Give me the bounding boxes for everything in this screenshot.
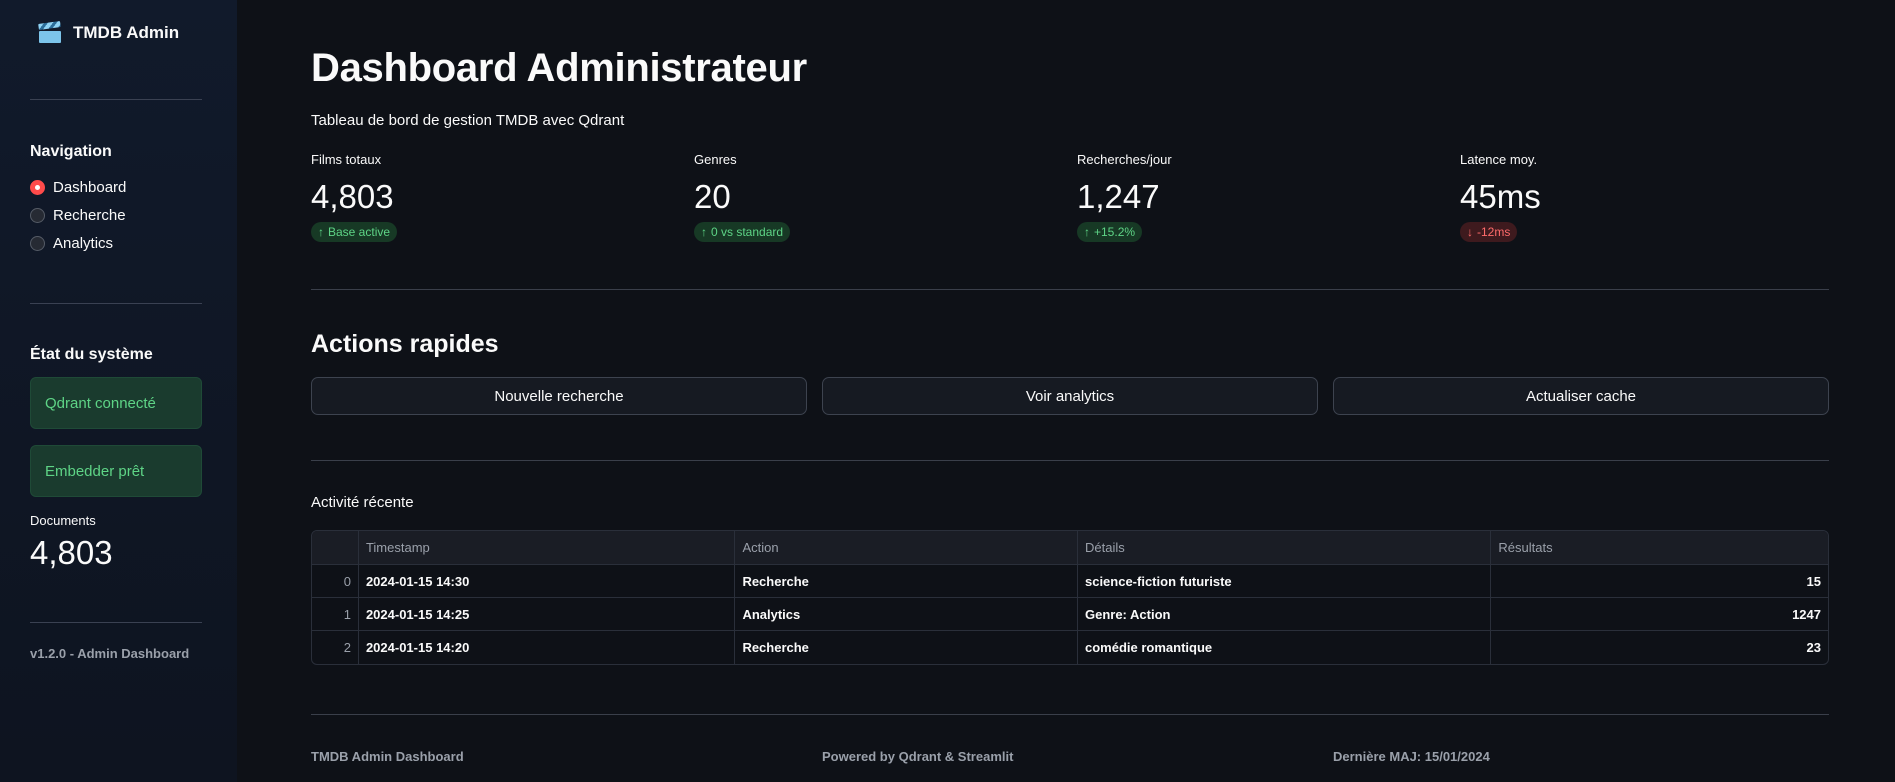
row-index: 1 — [312, 598, 359, 631]
new-search-button[interactable]: Nouvelle recherche — [311, 377, 807, 415]
nav-item-dashboard[interactable]: Dashboard — [30, 173, 207, 201]
metric-value: 20 — [694, 178, 731, 215]
table-row[interactable]: 0 2024-01-15 14:30 Recherche science-fic… — [312, 565, 1828, 598]
metric-delta-text: -12ms — [1477, 225, 1511, 239]
cell-action[interactable]: Recherche — [735, 631, 1078, 664]
activity-table[interactable]: Timestamp Action Détails Résultats 0 202… — [311, 530, 1829, 665]
documents-value: 4,803 — [30, 534, 113, 571]
metric-delta-text: 0 vs standard — [711, 225, 784, 239]
cell-action[interactable]: Recherche — [735, 565, 1078, 598]
refresh-cache-button[interactable]: Actualiser cache — [1333, 377, 1829, 415]
system-status-title: État du système — [30, 346, 153, 363]
metric-delta: ↑ 0 vs standard — [694, 222, 791, 242]
metric-delta: ↑ +15.2% — [1077, 222, 1143, 242]
column-header-results[interactable]: Résultats — [1491, 531, 1828, 565]
cell-details[interactable]: science-fiction futuriste — [1077, 565, 1492, 598]
metric-label: Recherches/jour — [1077, 152, 1172, 167]
sidebar-divider — [30, 303, 202, 304]
nav-item-label: Recherche — [53, 206, 126, 224]
column-header-timestamp[interactable]: Timestamp — [358, 531, 736, 565]
footer-powered-by: Powered by Qdrant & Streamlit — [822, 749, 1014, 764]
cell-action[interactable]: Analytics — [735, 598, 1078, 631]
column-header-details[interactable]: Détails — [1077, 531, 1492, 565]
nav-item-label: Analytics — [53, 234, 114, 252]
status-embedder: Embedder prêt — [30, 445, 202, 497]
section-divider — [311, 714, 1829, 715]
cell-details[interactable]: comédie romantique — [1078, 631, 1492, 664]
section-divider — [311, 460, 1829, 461]
column-header-index[interactable] — [312, 531, 359, 565]
metric-delta: ↓ -12ms — [1460, 222, 1518, 242]
radio-icon[interactable] — [30, 207, 45, 223]
arrow-up-icon: ↑ — [318, 225, 324, 239]
nav-title: Navigation — [30, 143, 112, 160]
cell-timestamp[interactable]: 2024-01-15 14:20 — [359, 631, 736, 664]
table-header-row: Timestamp Action Détails Résultats — [312, 531, 1828, 565]
section-divider — [311, 289, 1829, 290]
footer-app-name: TMDB Admin Dashboard — [311, 749, 464, 764]
metric-films: Films totaux 4,803 ↑ Base active — [311, 152, 671, 242]
clapperboard-icon — [38, 20, 61, 43]
row-index: 0 — [312, 565, 359, 598]
metric-delta: ↑ Base active — [311, 222, 398, 242]
sidebar-divider — [30, 99, 202, 100]
metric-value: 4,803 — [311, 178, 394, 215]
cell-timestamp[interactable]: 2024-01-15 14:25 — [358, 598, 736, 631]
cell-results[interactable]: 1247 — [1491, 598, 1828, 631]
table-row[interactable]: 2 2024-01-15 14:20 Recherche comédie rom… — [312, 631, 1828, 664]
cell-results[interactable]: 15 — [1491, 565, 1828, 598]
metric-delta-text: +15.2% — [1094, 225, 1136, 239]
view-analytics-button[interactable]: Voir analytics — [822, 377, 1318, 415]
footer-last-update: Dernière MAJ: 15/01/2024 — [1333, 749, 1490, 764]
column-header-action[interactable]: Action — [735, 531, 1078, 565]
cell-results[interactable]: 23 — [1491, 631, 1828, 664]
metric-genres: Genres 20 ↑ 0 vs standard — [694, 152, 1054, 242]
metric-latency: Latence moy. 45ms ↓ -12ms — [1460, 152, 1820, 242]
nav-item-analytics[interactable]: Analytics — [30, 229, 207, 257]
metric-searches: Recherches/jour 1,247 ↑ +15.2% — [1077, 152, 1437, 242]
activity-title: Activité récente — [311, 494, 414, 511]
radio-selected-icon[interactable] — [30, 179, 45, 195]
metric-value: 1,247 — [1077, 178, 1160, 215]
metric-label: Latence moy. — [1460, 152, 1538, 167]
row-index: 2 — [312, 631, 359, 664]
metric-delta-text: Base active — [328, 225, 391, 239]
sidebar: TMDB Admin Navigation Dashboard Recherch… — [0, 0, 237, 782]
cell-timestamp[interactable]: 2024-01-15 14:30 — [358, 565, 736, 598]
nav-item-recherche[interactable]: Recherche — [30, 201, 207, 229]
page-subtitle: Tableau de bord de gestion TMDB avec Qdr… — [311, 112, 625, 129]
table-row[interactable]: 1 2024-01-15 14:25 Analytics Genre: Acti… — [312, 598, 1828, 631]
nav-item-label: Dashboard — [53, 178, 127, 196]
metric-value: 45ms — [1460, 178, 1541, 215]
cell-details[interactable]: Genre: Action — [1077, 598, 1492, 631]
page-title: Dashboard Administrateur — [311, 46, 807, 90]
brand: TMDB Admin — [30, 0, 207, 66]
brand-title: TMDB Admin — [73, 23, 180, 42]
radio-icon[interactable] — [30, 235, 45, 251]
metric-label: Films totaux — [311, 152, 382, 167]
arrow-up-icon: ↑ — [1084, 225, 1090, 239]
metric-label: Genres — [694, 152, 737, 167]
status-qdrant: Qdrant connecté — [30, 377, 202, 429]
arrow-up-icon: ↑ — [701, 225, 707, 239]
actions-title: Actions rapides — [311, 330, 499, 358]
sidebar-divider — [30, 622, 202, 623]
documents-label: Documents — [30, 513, 96, 528]
arrow-down-icon: ↓ — [1467, 225, 1473, 239]
version-text: v1.2.0 - Admin Dashboard — [30, 646, 190, 661]
